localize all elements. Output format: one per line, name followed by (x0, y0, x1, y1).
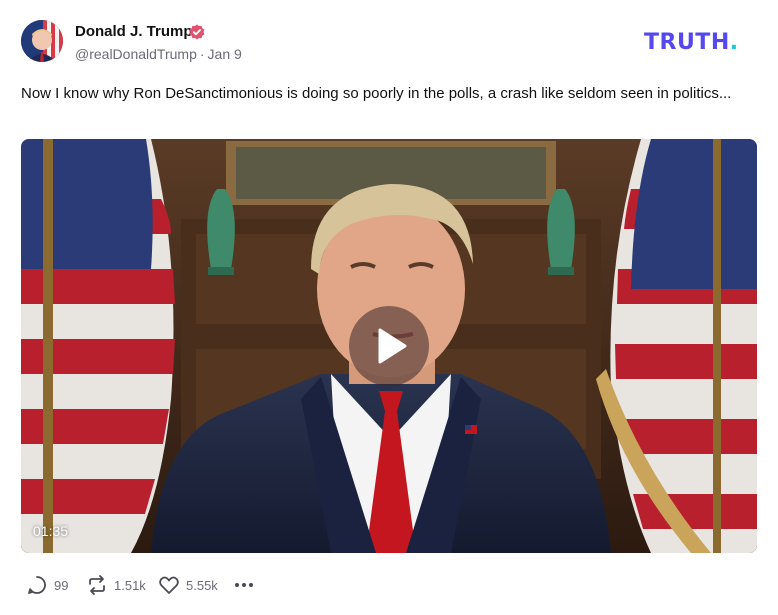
retruth-icon (89, 575, 105, 595)
video-player[interactable]: 01:35 (21, 139, 757, 553)
author-handle[interactable]: @realDonaldTrump (75, 46, 197, 62)
meta-separator: · (199, 46, 205, 62)
like-button[interactable]: 5.55k (158, 572, 218, 598)
logo-text: TRUTH (644, 30, 730, 55)
like-count: 5.55k (186, 577, 218, 593)
more-button[interactable] (233, 572, 255, 598)
post-actions: 99 1.51k 5.55k (21, 572, 321, 598)
author-avatar[interactable] (21, 20, 63, 62)
post-meta: @realDonaldTrump · Jan 9 (75, 46, 242, 62)
avatar-image (21, 20, 63, 62)
author-name[interactable]: Donald J. Trump (75, 23, 193, 40)
logo-period: . (729, 30, 739, 55)
video-duration: 01:35 (33, 523, 69, 539)
reply-count: 99 (54, 577, 69, 593)
verified-badge-icon (189, 24, 205, 40)
post-text: Now I know why Ron DeSanctimonious is do… (21, 85, 732, 102)
play-icon (378, 328, 407, 364)
truth-post: Donald J. Trump @realDonaldTrump · Jan 9 T… (0, 0, 778, 615)
truth-logo[interactable]: TRUTH. (644, 30, 739, 55)
like-icon (159, 576, 179, 594)
reply-icon (28, 576, 46, 594)
retruth-button[interactable]: 1.51k (86, 572, 146, 598)
left-flag (21, 139, 175, 553)
play-button[interactable] (349, 306, 429, 386)
retruth-count: 1.51k (114, 577, 146, 593)
post-date[interactable]: Jan 9 (208, 46, 242, 62)
reply-button[interactable]: 99 (26, 572, 68, 598)
more-icon (235, 583, 253, 587)
